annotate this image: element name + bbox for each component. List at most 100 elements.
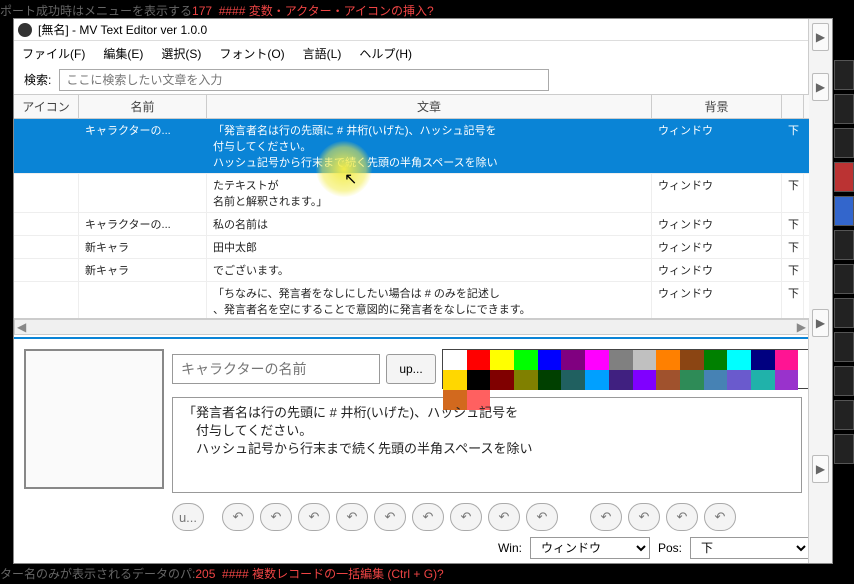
bg-bot-1: ター名のみが表示されるデータのパ:205 #### 複数レコードの一括編集 (C… <box>0 567 444 581</box>
color-swatch[interactable] <box>633 350 657 370</box>
color-swatch[interactable] <box>538 370 562 390</box>
color-swatch[interactable] <box>443 370 467 390</box>
table-row[interactable]: 新キャラ田中太郎ウィンドウ下 <box>14 236 809 259</box>
table-row[interactable]: たテキストが 名前と解釈されます。」ウィンドウ下 <box>14 174 809 213</box>
color-swatch[interactable] <box>727 350 751 370</box>
color-swatch[interactable] <box>514 350 538 370</box>
color-swatch[interactable] <box>751 370 775 390</box>
menu-font[interactable]: フォント(O) <box>219 45 284 62</box>
titlebar: [無名] - MV Text Editor ver 1.0.0 <box>14 19 832 41</box>
undo-icon[interactable]: ↶ <box>488 503 520 531</box>
app-window: [無名] - MV Text Editor ver 1.0.0 ファイル(F) … <box>13 18 833 564</box>
undo-icon[interactable]: ↶ <box>298 503 330 531</box>
col-icon[interactable]: アイコン <box>14 95 79 118</box>
side-icon[interactable] <box>834 128 854 158</box>
up-button[interactable]: up... <box>386 354 436 384</box>
portrait-preview[interactable] <box>24 349 164 489</box>
color-swatch[interactable] <box>561 350 585 370</box>
side-icon[interactable] <box>834 264 854 294</box>
col-pos[interactable] <box>782 95 804 118</box>
color-swatch[interactable] <box>775 350 799 370</box>
menu-help[interactable]: ヘルプ(H) <box>359 45 412 62</box>
search-label: 検索: <box>24 71 51 88</box>
color-swatch[interactable] <box>656 370 680 390</box>
table-row[interactable]: 「ちなみに、発言者をなしにしたい場合は # のみを記述し 、発言者名を空にするこ… <box>14 282 809 319</box>
side-icon[interactable] <box>834 298 854 328</box>
undo-icon[interactable]: ↶ <box>336 503 368 531</box>
text-editor[interactable]: 「発言者名は行の先頭に # 井桁(いげた)、ハッシュ記号を 付与してください。 … <box>172 397 802 493</box>
side-icon[interactable] <box>834 366 854 396</box>
h-scrollbar[interactable]: ◀▶ <box>14 319 809 335</box>
undo-icon[interactable]: ↶ <box>374 503 406 531</box>
side-icon[interactable] <box>834 230 854 260</box>
window-title: [無名] - MV Text Editor ver 1.0.0 <box>38 21 207 38</box>
pos-select[interactable]: 下 <box>690 537 810 559</box>
side-icon[interactable] <box>834 60 854 90</box>
table-header: アイコン 名前 文章 背景 <box>14 95 809 119</box>
bg-top-1: ポート成功時はメニューを表示する177 #### 変数・アクター・アイコンの挿入… <box>0 4 434 18</box>
color-swatch[interactable] <box>467 350 491 370</box>
u-button[interactable]: u... <box>172 503 204 531</box>
color-swatch[interactable] <box>680 370 704 390</box>
side-icon[interactable] <box>834 94 854 124</box>
undo-icon[interactable]: ↶ <box>222 503 254 531</box>
color-swatch[interactable] <box>585 370 609 390</box>
undo-icon[interactable]: ↶ <box>590 503 622 531</box>
search-input[interactable] <box>59 69 549 91</box>
undo-icon[interactable]: ↶ <box>666 503 698 531</box>
table-row[interactable]: キャラクターの...私の名前はウィンドウ下 <box>14 213 809 236</box>
color-swatch[interactable] <box>704 370 728 390</box>
col-text[interactable]: 文章 <box>207 95 652 118</box>
right-strip: ▶ ▶ ▶ ▶ <box>808 19 832 563</box>
color-palette <box>442 349 822 389</box>
side-icon[interactable] <box>834 162 854 192</box>
table-body[interactable]: キャラクターの...「発言者名は行の先頭に # 井桁(いげた)、ハッシュ記号を … <box>14 119 809 319</box>
color-swatch[interactable] <box>443 350 467 370</box>
color-swatch[interactable] <box>490 350 514 370</box>
color-swatch[interactable] <box>609 350 633 370</box>
color-swatch[interactable] <box>727 370 751 390</box>
app-icon <box>18 23 32 37</box>
undo-icon[interactable]: ↶ <box>628 503 660 531</box>
table-row[interactable]: 新キャラでございます。ウィンドウ下 <box>14 259 809 282</box>
strip-play-icon[interactable]: ▶ <box>812 23 829 51</box>
col-bg[interactable]: 背景 <box>652 95 782 118</box>
color-swatch[interactable] <box>609 370 633 390</box>
name-input[interactable] <box>172 354 380 384</box>
undo-icon[interactable]: ↶ <box>526 503 558 531</box>
menubar: ファイル(F) 編集(E) 選択(S) フォント(O) 言語(L) ヘルプ(H) <box>14 41 832 65</box>
menu-lang[interactable]: 言語(L) <box>303 45 342 62</box>
side-icon[interactable] <box>834 332 854 362</box>
color-swatch[interactable] <box>775 370 799 390</box>
color-swatch[interactable] <box>704 350 728 370</box>
cursor-icon: ↖ <box>344 169 357 189</box>
color-swatch[interactable] <box>633 370 657 390</box>
win-select[interactable]: ウィンドウ <box>530 537 650 559</box>
color-swatch[interactable] <box>751 350 775 370</box>
strip-play-icon[interactable]: ▶ <box>812 73 829 101</box>
color-swatch[interactable] <box>538 350 562 370</box>
pos-label: Pos: <box>658 541 682 555</box>
undo-icon[interactable]: ↶ <box>412 503 444 531</box>
side-icon[interactable] <box>834 434 854 464</box>
color-swatch[interactable] <box>680 350 704 370</box>
undo-icon[interactable]: ↶ <box>704 503 736 531</box>
strip-play-icon[interactable]: ▶ <box>812 309 829 337</box>
color-swatch[interactable] <box>561 370 585 390</box>
undo-icon[interactable]: ↶ <box>260 503 292 531</box>
win-label: Win: <box>498 541 522 555</box>
strip-play-icon[interactable]: ▶ <box>812 455 829 483</box>
color-swatch[interactable] <box>490 370 514 390</box>
menu-file[interactable]: ファイル(F) <box>22 45 85 62</box>
table-row[interactable]: キャラクターの...「発言者名は行の先頭に # 井桁(いげた)、ハッシュ記号を … <box>14 119 809 174</box>
side-icon[interactable] <box>834 196 854 226</box>
menu-select[interactable]: 選択(S) <box>161 45 201 62</box>
color-swatch[interactable] <box>585 350 609 370</box>
undo-icon[interactable]: ↶ <box>450 503 482 531</box>
color-swatch[interactable] <box>514 370 538 390</box>
menu-edit[interactable]: 編集(E) <box>103 45 143 62</box>
side-icon[interactable] <box>834 400 854 430</box>
color-swatch[interactable] <box>467 370 491 390</box>
col-name[interactable]: 名前 <box>79 95 207 118</box>
color-swatch[interactable] <box>656 350 680 370</box>
